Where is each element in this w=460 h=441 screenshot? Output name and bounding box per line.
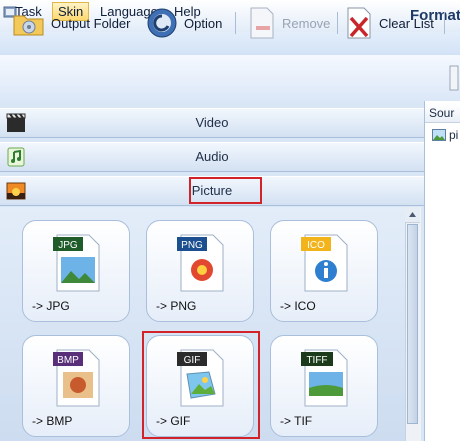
toolbar-separator	[444, 12, 445, 34]
source-column-header[interactable]: Sour	[425, 104, 460, 123]
output-folder-button[interactable]: Output Folder	[12, 5, 131, 41]
gif-selection-highlight	[142, 331, 260, 439]
bmp-file-icon: BMP	[53, 349, 100, 407]
format-tile-png[interactable]: PNG -> PNG	[146, 220, 254, 322]
image-file-icon	[432, 129, 446, 141]
format-tile-bmp[interactable]: BMP -> BMP	[22, 335, 130, 437]
ico-label: -> ICO	[280, 299, 316, 313]
format-tile-jpg[interactable]: JPG -> JPG	[22, 220, 130, 322]
source-item-label: pi	[449, 128, 459, 142]
toolbar	[0, 55, 460, 102]
clear-list-button[interactable]: Clear List	[344, 5, 434, 41]
category-audio-label: Audio	[195, 149, 229, 164]
folder-icon	[13, 15, 44, 36]
png-badge-text: PNG	[181, 240, 203, 251]
clear-list-label: Clear List	[379, 15, 434, 31]
scroll-up-button[interactable]	[405, 207, 420, 223]
overflow-icon[interactable]	[448, 62, 460, 94]
remove-label: Remove	[282, 15, 331, 31]
category-video[interactable]: Video	[0, 108, 424, 138]
output-folder-label: Output Folder	[51, 15, 131, 31]
ico-file-icon: ICO	[301, 234, 348, 292]
picture-selection-highlight	[189, 177, 262, 204]
png-file-icon: PNG	[177, 234, 224, 292]
category-audio[interactable]: Audio	[0, 142, 424, 172]
format-tile-ico[interactable]: ICO -> ICO	[270, 220, 378, 322]
gear-icon	[147, 8, 177, 38]
jpg-badge-text: JPG	[58, 240, 78, 251]
jpg-label: -> JPG	[32, 299, 70, 313]
tif-badge-text: TIFF	[306, 355, 327, 366]
toolbar-separator	[337, 12, 338, 34]
bmp-label: -> BMP	[32, 414, 73, 428]
category-video-label: Video	[195, 115, 229, 130]
clear-list-icon	[347, 7, 371, 39]
option-label: Option	[184, 15, 223, 31]
tif-file-icon: TIFF	[301, 349, 348, 407]
bmp-badge-text: BMP	[57, 355, 79, 366]
scrollbar-thumb[interactable]	[407, 224, 418, 424]
source-panel	[424, 101, 460, 441]
arrow-up-icon	[409, 212, 416, 217]
remove-button[interactable]: Remove	[247, 5, 330, 41]
jpg-file-icon: JPG	[53, 234, 100, 292]
format-tile-tif[interactable]: TIFF -> TIF	[270, 335, 378, 437]
tif-label: -> TIF	[280, 414, 313, 428]
ico-badge-text: ICO	[307, 240, 325, 251]
source-list-item[interactable]: pi	[432, 128, 458, 142]
document-remove-icon	[250, 7, 274, 39]
png-label: -> PNG	[156, 299, 197, 313]
toolbar-separator	[235, 12, 236, 34]
option-button[interactable]: Option	[145, 5, 222, 41]
